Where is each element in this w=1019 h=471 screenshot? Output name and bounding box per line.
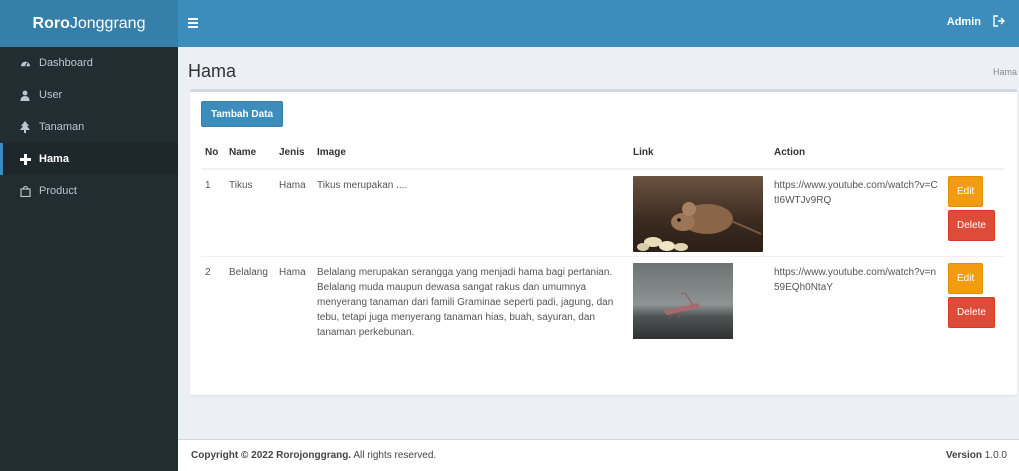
col-header-buttons xyxy=(944,136,1004,170)
sidebar-item-user[interactable]: User xyxy=(0,79,178,111)
version: Version 1.0.0 xyxy=(946,450,1007,461)
cell-link[interactable]: https://www.youtube.com/watch?v=CtI6WTJv… xyxy=(770,169,944,257)
logout-icon[interactable] xyxy=(993,15,1007,29)
brand-logo[interactable]: Roro Jonggrang xyxy=(0,0,178,47)
sidebar-item-hama[interactable]: Hama xyxy=(0,143,178,175)
cell-name: Belalang xyxy=(229,267,268,278)
version-value: 1.0.0 xyxy=(981,450,1007,461)
cell-name: Tikus xyxy=(225,169,275,257)
cell-description: Belalang merupakan serangga yang menjadi… xyxy=(317,267,614,338)
sidebar-item-label: Product xyxy=(39,185,77,197)
col-header-jenis: Jenis xyxy=(275,136,313,170)
main-content: Hama Hama Tambah Data No Name Jenis Imag… xyxy=(178,47,1019,439)
sidebar-item-label: Tanaman xyxy=(39,121,85,133)
data-box: Tambah Data No Name Jenis Image Link Act… xyxy=(190,89,1017,395)
tree-icon xyxy=(17,121,33,133)
cell-image xyxy=(629,257,770,349)
col-header-image: Image xyxy=(313,136,629,170)
col-header-no: No xyxy=(201,136,225,170)
user-menu[interactable]: Admin xyxy=(947,16,981,28)
cell-link[interactable]: https://www.youtube.com/watch?v=n59EQh0N… xyxy=(770,257,944,349)
delete-button[interactable]: Delete xyxy=(948,210,995,241)
copyright: Copyright © 2022 Rorojonggrang. All righ… xyxy=(191,450,436,461)
dashboard-icon xyxy=(17,58,33,69)
cell-description: Tikus merupakan .... xyxy=(313,169,629,257)
mouse-image xyxy=(633,176,763,252)
copyright-strong: Copyright © 2022 Rorojonggrang. xyxy=(191,450,352,461)
brand-rest: Jonggrang xyxy=(69,14,146,32)
add-data-button[interactable]: Tambah Data xyxy=(201,101,284,127)
cell-jenis: Hama xyxy=(275,169,313,257)
menu-toggle-icon[interactable] xyxy=(188,14,206,32)
footer: Copyright © 2022 Rorojonggrang. All righ… xyxy=(178,439,1019,471)
page-title: Hama xyxy=(188,61,237,81)
sidebar-item-tanaman[interactable]: Tanaman xyxy=(0,111,178,143)
cell-image xyxy=(629,169,770,257)
sidebar-item-label: Hama xyxy=(39,153,69,165)
col-header-action: Action xyxy=(770,136,944,170)
brand-bold: Roro xyxy=(32,14,70,32)
sidebar-item-product[interactable]: Product xyxy=(0,175,178,207)
cell-jenis: Hama xyxy=(279,267,306,278)
sidebar-item-label: User xyxy=(39,89,63,101)
delete-button[interactable]: Delete xyxy=(948,297,995,328)
bag-icon xyxy=(17,185,33,197)
sidebar-item-dashboard[interactable]: Dashboard xyxy=(0,47,178,79)
sidebar-item-label: Dashboard xyxy=(39,57,93,69)
table-header-row: No Name Jenis Image Link Action xyxy=(201,136,1004,170)
version-label: Version xyxy=(945,450,982,461)
table-row: 2 Belalang Hama Belalang merupakan seran… xyxy=(201,257,1004,349)
user-icon xyxy=(17,90,33,101)
edit-button[interactable]: Edit xyxy=(948,263,984,294)
copyright-rest: All rights reserved. xyxy=(351,450,437,461)
cell-actions: Edit Delete xyxy=(944,257,1004,349)
cell-actions: Edit Delete xyxy=(944,169,1004,257)
top-navbar: Admin xyxy=(178,0,1019,47)
edit-button[interactable]: Edit xyxy=(948,176,984,207)
grasshopper-image xyxy=(633,263,733,339)
hama-table: No Name Jenis Image Link Action 1 Tikus … xyxy=(201,136,1004,349)
col-header-link: Link xyxy=(629,136,770,170)
col-header-name: Name xyxy=(225,136,275,170)
cell-no: 1 xyxy=(201,169,225,257)
cell-no: 2 xyxy=(205,267,211,278)
plus-icon xyxy=(17,153,33,165)
table-row: 1 Tikus Hama Tikus merupakan .... https:… xyxy=(201,169,1004,257)
sidebar: Roro Jonggrang Dashboard User Tanaman Ham… xyxy=(0,0,178,471)
breadcrumb[interactable]: Hama xyxy=(993,67,1017,77)
